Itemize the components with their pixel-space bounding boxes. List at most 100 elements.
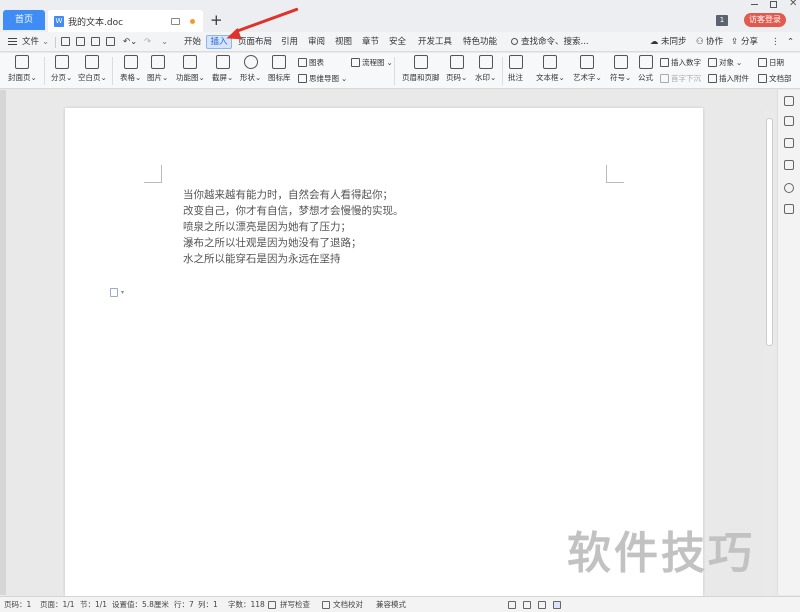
art-text-button[interactable]: 艺术字⌄ [573,55,602,83]
search-icon[interactable] [511,38,518,45]
scrollbar-thumb[interactable] [766,118,773,346]
word-doc-icon: W [54,15,64,27]
blank-page-icon [85,55,100,69]
tab-review[interactable]: 审阅 [308,32,325,52]
cover-page-icon [15,55,30,69]
status-setting-value[interactable]: 设置值：5.8厘米 [112,597,169,612]
chevron-down-icon[interactable]: ⌄ [42,32,49,52]
doc-parts-button[interactable]: 文档部 [758,73,792,84]
document-tab[interactable]: W 我的文本.doc [48,10,203,32]
collapse-panel-icon[interactable] [784,96,794,106]
tab-chapter[interactable]: 章节 [362,32,379,52]
status-row: 行：7 [174,600,194,609]
document-body[interactable]: 当你越来越有能力时，自然会有人看得起你； 改变自己，你才有自信，梦想才会慢慢的实… [183,187,404,267]
chevron-down-icon[interactable]: ▾ [121,289,124,296]
watermark-logo: 软件技巧 [567,528,755,579]
sync-status[interactable]: 未同步 [661,32,687,52]
text-line[interactable]: 改变自己，你才有自信，梦想才会慢慢的实现。 [183,203,404,219]
table-button[interactable]: 表格⌄ [120,55,141,83]
hamburger-menu-icon[interactable] [8,38,17,45]
status-pages[interactable]: 页面：1/1 [40,597,75,612]
collab-icon[interactable]: ⚇ [696,32,704,52]
undo-icon[interactable]: ↶⌄ [123,32,137,52]
chart-button[interactable]: 图表 [298,57,324,68]
home-tab[interactable]: 首页 [3,10,45,30]
page-break-icon [54,55,69,69]
maximize-icon[interactable] [770,1,777,8]
status-page-number[interactable]: 页码：1 [4,597,31,612]
picture-button[interactable]: 图片⌄ [147,55,168,83]
shape-button[interactable]: 形状⌄ [240,55,261,83]
header-footer-button[interactable]: 页眉和页脚 [402,55,440,83]
blank-page-button[interactable]: 空白页⌄ [78,55,107,83]
visitor-login-button[interactable]: 访客登录 [744,13,786,27]
page-break-button[interactable]: 分页⌄ [51,55,72,83]
text-line[interactable]: 水之所以能穿石是因为永远在坚持 [183,251,404,267]
icon-library-button[interactable]: 图标库 [268,55,291,83]
print-preview-icon[interactable] [106,37,115,46]
tab-references[interactable]: 引用 [281,32,298,52]
fullscreen-icon[interactable] [508,601,516,609]
feature-chart-button[interactable]: 功能图⌄ [176,55,205,83]
attachment-button[interactable]: 插入附件 [708,73,749,84]
monitor-icon[interactable] [171,17,180,25]
file-menu[interactable]: 文件 [22,32,39,52]
doc-proof-button[interactable]: 文档校对 [333,597,363,612]
tab-page-layout[interactable]: 页面布局 [238,32,272,52]
more-options-icon[interactable]: ⋮ [771,32,780,52]
formula-icon [638,55,653,69]
edit-view-icon[interactable] [538,601,546,609]
share-icon[interactable]: ⇪ [731,32,738,52]
date-button[interactable]: 日期 [758,57,784,68]
tab-start[interactable]: 开始 [184,32,201,52]
print-icon[interactable] [91,37,100,46]
symbol-button[interactable]: 符号⌄ [610,55,631,83]
insert-number-button[interactable]: 插入数字 [660,57,701,68]
status-word-count[interactable]: 字数：118 [228,597,265,612]
more-chevron-icon[interactable]: ⌄ [161,32,168,52]
cover-page-button[interactable]: 封面页⌄ [8,55,37,83]
text-line[interactable]: 当你越来越有能力时，自然会有人看得起你； [183,187,404,203]
save-icon[interactable] [61,37,70,46]
close-icon[interactable]: ✕ [789,0,797,9]
screenshot-button[interactable]: 截屏⌄ [212,55,233,83]
export-icon[interactable] [76,37,85,46]
spell-check-icon [268,601,276,609]
text-line[interactable]: 喷泉之所以漂亮是因为她有了压力； [183,219,404,235]
command-search[interactable]: 查找命令、搜索... [521,32,589,52]
collapse-ribbon-icon[interactable]: ⌃ [787,32,794,52]
comment-button[interactable]: 批注 [508,55,523,83]
page-number-button[interactable]: 页码⌄ [446,55,467,83]
status-section[interactable]: 节：1/1 [80,597,107,612]
drop-cap-button[interactable]: 首字下沉 [660,73,701,84]
new-tab-plus-icon[interactable]: + [210,11,223,29]
share-panel-icon[interactable] [784,204,794,214]
read-view-icon[interactable] [553,601,561,609]
window-count-badge[interactable]: 1 [716,15,728,26]
paragraph-layout-icon[interactable] [110,288,118,297]
share-button[interactable]: 分享 [741,32,758,52]
margin-corner-marker [144,165,162,183]
tab-security[interactable]: 安全 [389,32,406,52]
tab-developer[interactable]: 开发工具 [418,32,452,52]
formula-button[interactable]: 公式 [638,55,653,83]
cloud-sync-icon[interactable]: ☁ [650,32,659,52]
minimize-icon[interactable] [751,4,758,5]
tab-view[interactable]: 视图 [335,32,352,52]
collab-button[interactable]: 协作 [706,32,723,52]
adjust-icon[interactable] [784,160,794,170]
help-icon[interactable] [784,183,794,193]
spell-check-button[interactable]: 拼写检查 [280,597,310,612]
cursor-icon[interactable] [784,138,794,148]
pen-icon[interactable] [784,116,794,126]
object-button[interactable]: 对象 ⌄ [708,57,742,68]
flowchart-button[interactable]: 流程图 ⌄ [351,57,393,68]
mind-map-button[interactable]: 思维导图 ⌄ [298,73,347,84]
tab-special-features[interactable]: 特色功能 [463,32,497,52]
textbox-button[interactable]: 文本框⌄ [536,55,565,83]
watermark-button[interactable]: 水印⌄ [475,55,496,83]
text-line[interactable]: 瀑布之所以壮观是因为她没有了退路； [183,235,404,251]
redo-icon[interactable]: ↷ [144,32,151,52]
header-footer-icon [413,55,428,69]
page-view-icon[interactable] [523,601,531,609]
